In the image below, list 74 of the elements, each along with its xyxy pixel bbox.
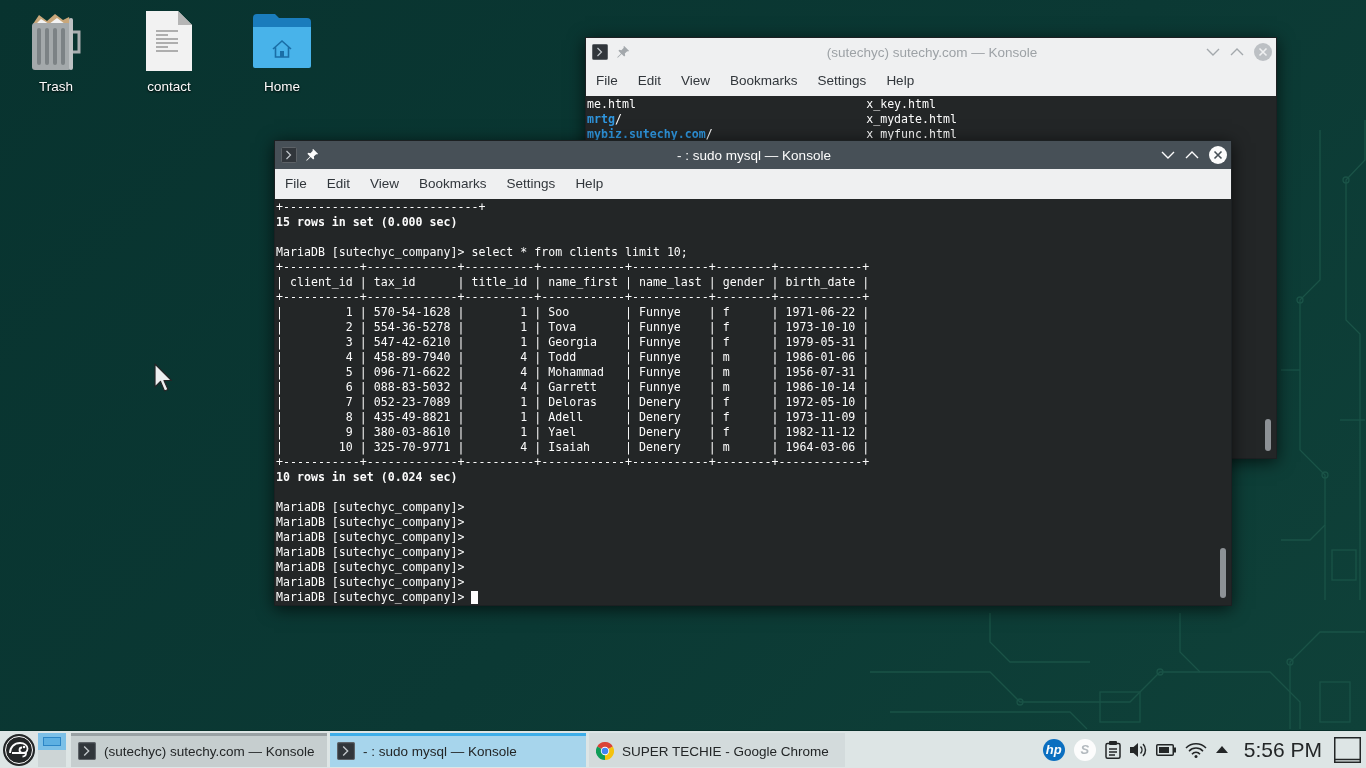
- terminal-line: +----------------------------+: [276, 200, 486, 214]
- terminal-line: | 10 | 325-70-9771 | 4 | Isaiah | Denery | m | 1964-03-06 |: [276, 440, 870, 454]
- menu-item[interactable]: Settings: [807, 66, 877, 96]
- window-title: - : sudo mysql — Konsole: [677, 147, 831, 163]
- window-thumbnail-icon: [43, 736, 61, 746]
- terminal-line: MariaDB [sutechyc_company]>: [276, 560, 465, 574]
- menu-item[interactable]: Help: [876, 66, 925, 96]
- menu-item[interactable]: Edit: [316, 169, 361, 199]
- terminal-line: MariaDB [sutechyc_company]>: [276, 530, 465, 544]
- terminal-icon[interactable]: [592, 44, 608, 60]
- menu-item[interactable]: File: [586, 66, 628, 96]
- menu-item[interactable]: File: [275, 169, 317, 199]
- listing-entry: me.html: [587, 97, 636, 112]
- window-title: (sutechyc) sutechy.com — Konsole: [826, 44, 1038, 60]
- terminal-line: +-----------+-------------+----------+------------+-----------+--------+------------+: [276, 260, 870, 274]
- listing-entry: x_mydate.html: [866, 112, 957, 127]
- terminal-line: +-----------+-------------+----------+------------+-----------+--------+------------+: [276, 455, 870, 469]
- terminal-line: 10 rows in set (0.024 sec): [276, 470, 458, 484]
- terminal-line: | 9 | 380-03-8610 | 1 | Yael | Denery | f | 1982-11-12 |: [276, 425, 870, 439]
- desktop-icon-label[interactable]: Trash: [39, 79, 73, 94]
- taskbar-button[interactable]: SUPER TECHIE - Google Chrome: [589, 732, 845, 767]
- listing-entry: mrtg/: [587, 112, 622, 127]
- home-folder-icon[interactable]: [253, 14, 311, 68]
- close-icon[interactable]: [1209, 146, 1227, 164]
- menu-item[interactable]: Settings: [496, 169, 566, 199]
- terminal-line: | 7 | 052-23-7089 | 1 | Deloras | Denery | f | 1972-05-10 |: [276, 395, 870, 409]
- trash-can-icon[interactable]: [30, 11, 82, 71]
- terminal-line: MariaDB [sutechyc_company]>: [276, 500, 465, 514]
- menu-item[interactable]: Help: [565, 169, 614, 199]
- desktop-icon-label[interactable]: contact: [147, 79, 191, 94]
- square-outline-icon[interactable]: [1334, 736, 1361, 763]
- terminal-line: MariaDB [sutechyc_company]>: [276, 590, 465, 604]
- tray-badge[interactable]: hp: [1042, 738, 1065, 761]
- scrollbar-handle[interactable]: [1220, 548, 1226, 598]
- terminal-line: MariaDB [sutechyc_company]>: [276, 545, 465, 559]
- listing-entry: x_myfunc.html: [866, 127, 957, 142]
- terminal-line: | 8 | 435-49-8821 | 1 | Adell | Denery | f | 1973-11-09 |: [276, 410, 870, 424]
- terminal-line: | 5 | 096-71-6622 | 4 | Mohammad | Funnye | m | 1956-07-31 |: [276, 365, 870, 379]
- wifi-icon[interactable]: [1184, 741, 1207, 758]
- triangle-up-icon[interactable]: [1215, 746, 1228, 753]
- speaker-icon[interactable]: [1129, 741, 1147, 758]
- terminal-line: MariaDB [sutechyc_company]> select * from clients limit 10;: [276, 245, 688, 259]
- terminal-line: 15 rows in set (0.000 sec): [276, 215, 458, 229]
- menu-item[interactable]: View: [671, 66, 721, 96]
- listing-entry: x_key.html: [866, 97, 936, 112]
- terminal-line: | 2 | 554-36-5278 | 1 | Tova | Funnye | f | 1973-10-10 |: [276, 320, 870, 334]
- terminal-icon[interactable]: [281, 147, 297, 163]
- document-icon[interactable]: [146, 11, 192, 71]
- menu-item[interactable]: Edit: [627, 66, 672, 96]
- mouse-pointer-icon: [154, 363, 174, 393]
- menu-item[interactable]: Bookmarks: [409, 169, 497, 199]
- terminal-icon: [78, 742, 96, 760]
- taskbar-button[interactable]: (sutechyc) sutechy.com — Konsole: [71, 732, 327, 767]
- listing-entry: mybiz.sutechy.com/: [587, 127, 713, 142]
- clock[interactable]: 5:56 PM: [1243, 737, 1322, 762]
- terminal-line: | 6 | 088-83-5032 | 4 | Garrett | Funnye | m | 1986-10-14 |: [276, 380, 870, 394]
- terminal-line: +-----------+-------------+----------+------------+-----------+--------+------------+: [276, 290, 870, 304]
- desktop-icon-label[interactable]: Home: [264, 79, 300, 94]
- terminal-line: MariaDB [sutechyc_company]>: [276, 575, 465, 589]
- round-logo-icon[interactable]: [3, 733, 35, 766]
- scrollbar-handle[interactable]: [1265, 419, 1271, 451]
- menu-item[interactable]: View: [360, 169, 410, 199]
- tricolor-ring-icon: [596, 742, 614, 760]
- menu-item[interactable]: Bookmarks: [720, 66, 808, 96]
- terminal-line: MariaDB [sutechyc_company]>: [276, 515, 465, 529]
- clipboard-icon[interactable]: [1104, 740, 1121, 759]
- terminal-line: | client_id | tax_id | title_id | name_first | name_last | gender | birth_date |: [276, 275, 870, 289]
- pin-icon[interactable]: [306, 149, 318, 161]
- terminal-line: | 1 | 570-54-1628 | 1 | Soo | Funnye | f | 1971-06-22 |: [276, 305, 870, 319]
- battery-icon[interactable]: [1155, 743, 1176, 756]
- terminal-line: | 3 | 547-42-6210 | 1 | Georgia | Funnye | f | 1979-05-31 |: [276, 335, 870, 349]
- terminal-line: | 4 | 458-89-7940 | 4 | Todd | Funnye | m | 1986-01-06 |: [276, 350, 870, 364]
- terminal-icon: [337, 742, 355, 760]
- taskbar-button[interactable]: - : sudo mysql — Konsole: [330, 732, 586, 767]
